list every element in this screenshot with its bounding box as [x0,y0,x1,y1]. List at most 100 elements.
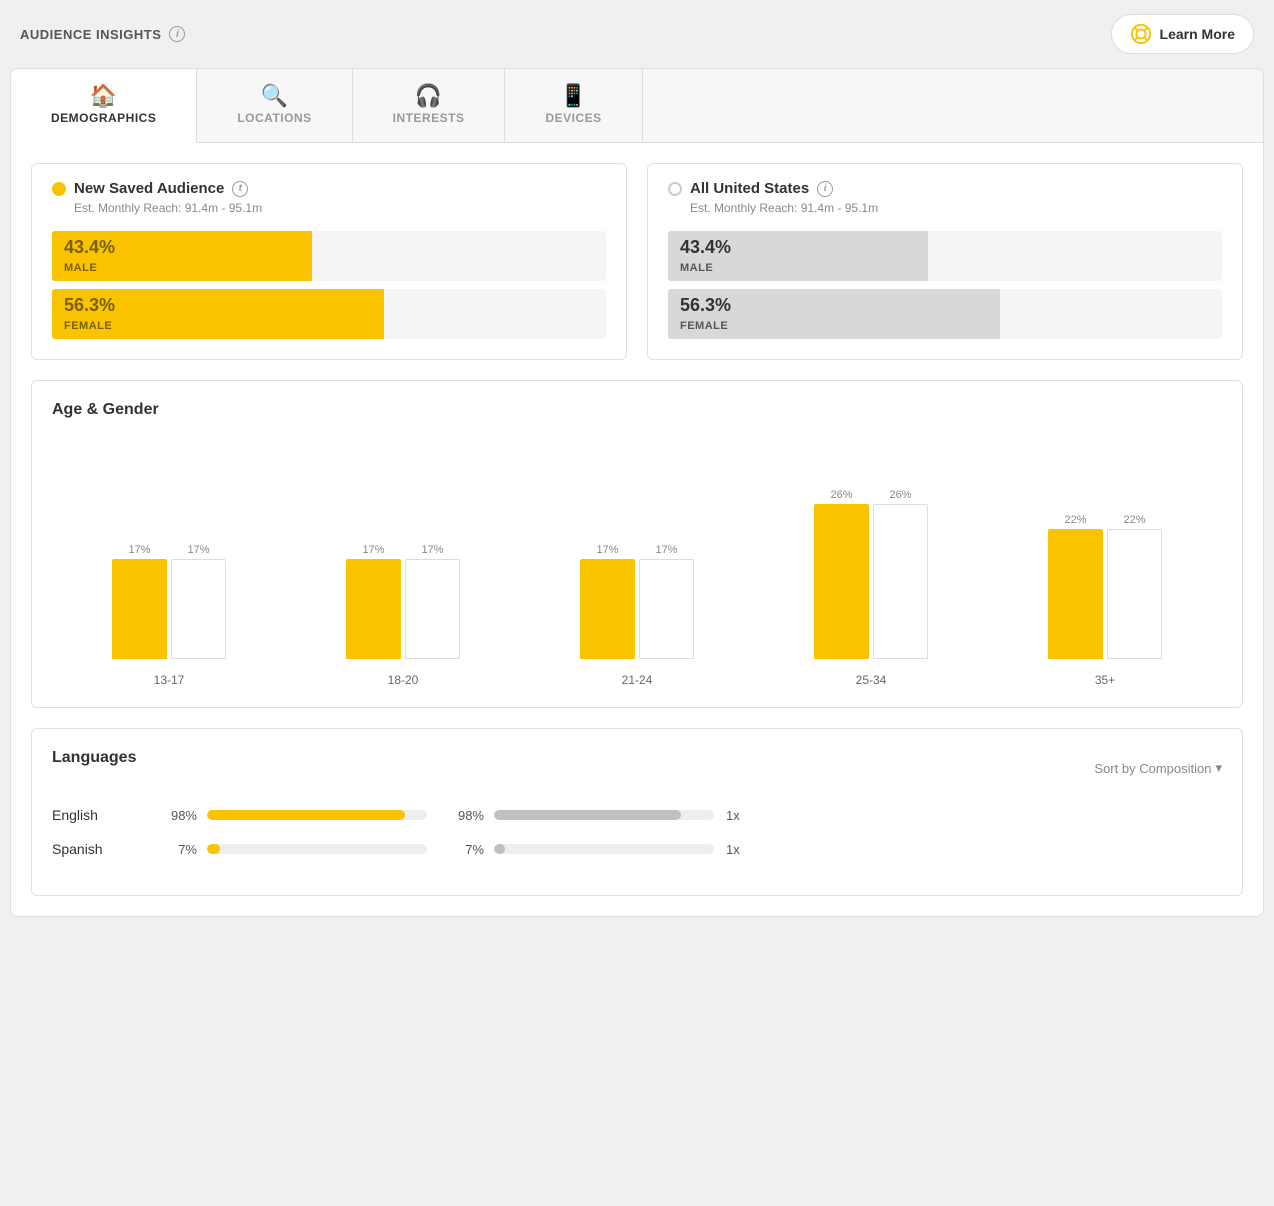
male-bar-wrapper-13-17: 17% [112,544,167,659]
female-bar-row-right: 56.3% FEMALE [668,289,1222,339]
female-pct-label-21-24: 17% [655,544,677,556]
tab-devices-label: DEVICES [545,111,601,125]
lang-name-1: Spanish [52,841,152,857]
female-label-left: FEMALE [64,320,112,332]
lifebuoy-icon [1130,23,1152,45]
female-bar-wrapper-18-20: 17% [405,544,460,659]
page-header: AUDIENCE INSIGHTS i Learn More [0,0,1274,68]
header-left: AUDIENCE INSIGHTS i [20,26,185,42]
page-title: AUDIENCE INSIGHTS [20,27,161,42]
male-bar-fill-right: 43.4% MALE [668,231,928,281]
lang-bar-fill-left-0 [207,810,405,820]
chart-area: 17% 17% 17% 17% 17% 17% 26% 26% 22%22% [52,439,1222,659]
lang-multiplier-0: 1x [726,808,756,823]
learn-more-button[interactable]: Learn More [1111,14,1254,54]
chevron-down-icon: ▾ [1215,760,1222,776]
bars-pair-21-24: 17% 17% [580,459,694,659]
languages-list: English 98% 98% 1x Spanish 7% 7% 1x [52,807,1222,857]
female-chart-bar-35+ [1107,529,1162,659]
bars-pair-18-20: 17% 17% [346,459,460,659]
lang-bar-track-left-0 [207,810,427,820]
female-bar-wrapper-21-24: 17% [639,544,694,659]
audience-reach-right: Est. Monthly Reach: 91.4m - 95.1m [690,201,1222,215]
languages-section: Languages Sort by Composition ▾ English … [31,728,1243,896]
age-group-13-17: 17% 17% [52,459,286,659]
age-group-35+: 22%22% [988,459,1222,659]
male-bar-wrapper-21-24: 17% [580,544,635,659]
locations-icon: 🔍 [261,85,289,107]
languages-header: Languages Sort by Composition ▾ [52,749,1222,787]
audience-dot-empty [668,182,682,196]
male-label-left: MALE [64,262,97,274]
female-bar-row-left: 56.3% FEMALE [52,289,606,339]
bars-pair-35+: 22%22% [1048,459,1162,659]
demographics-icon: 🏠 [90,85,118,107]
lang-name-0: English [52,807,152,823]
female-pct-label-18-20: 17% [421,544,443,556]
tab-interests[interactable]: 🎧 INTERESTS [353,69,506,142]
tab-demographics[interactable]: 🏠 DEMOGRAPHICS [11,69,197,143]
language-row-1: Spanish 7% 7% 1x [52,841,1222,857]
male-bar-container-right: 43.4% MALE [668,231,1222,281]
audience-reach-left: Est. Monthly Reach: 91.4m - 95.1m [74,201,606,215]
female-pct-label-35+: 22% [1123,514,1145,526]
male-pct-label-18-20: 17% [362,544,384,556]
female-pct-label-13-17: 17% [187,544,209,556]
age-axis-label-21-24: 21-24 [520,665,754,687]
tab-locations[interactable]: 🔍 LOCATIONS [197,69,352,142]
female-chart-bar-21-24 [639,559,694,659]
male-bar-row-right: 43.4% MALE [668,231,1222,281]
male-bar-wrapper-18-20: 17% [346,544,401,659]
audience-info-icon-left[interactable]: t [232,181,248,197]
male-pct-left: 43.4% [64,237,115,258]
audience-header-right: All United States i [668,180,1222,197]
male-pct-label-25-34: 26% [830,489,852,501]
male-label-right: MALE [680,262,713,274]
languages-title: Languages [52,749,136,767]
male-chart-bar-35+ [1048,529,1103,659]
age-axis-label-25-34: 25-34 [754,665,988,687]
male-bar-fill-left: 43.4% MALE [52,231,312,281]
interests-icon: 🎧 [415,85,443,107]
bars-pair-13-17: 17% 17% [112,459,226,659]
male-bar-row-left: 43.4% MALE [52,231,606,281]
audience-dot-yellow [52,182,66,196]
gender-bars-right: 43.4% MALE 56.3% FEMALE [668,231,1222,339]
male-pct-label-21-24: 17% [596,544,618,556]
lang-pct-left-0: 98% [152,808,197,823]
sort-by-dropdown[interactable]: Sort by Composition ▾ [1094,760,1222,776]
header-info-icon[interactable]: i [169,26,185,42]
male-chart-bar-21-24 [580,559,635,659]
content-area: New Saved Audience t Est. Monthly Reach:… [11,143,1263,916]
tab-devices[interactable]: 📱 DEVICES [505,69,642,142]
age-group-25-34: 26% 26% [754,459,988,659]
female-bar-container-right: 56.3% FEMALE [668,289,1222,339]
male-chart-bar-13-17 [112,559,167,659]
female-chart-bar-25-34 [873,504,928,659]
lang-bar-fill-right-0 [494,810,681,820]
tab-bar: 🏠 DEMOGRAPHICS 🔍 LOCATIONS 🎧 INTERESTS 📱… [11,69,1263,143]
audience-card-left: New Saved Audience t Est. Monthly Reach:… [31,163,627,360]
female-bar-wrapper-25-34: 26% [873,489,928,659]
male-bar-content-left: 43.4% MALE [64,237,115,276]
audience-info-icon-right[interactable]: i [817,181,833,197]
audience-name-right: All United States [690,180,809,197]
female-bar-container-left: 56.3% FEMALE [52,289,606,339]
learn-more-label: Learn More [1160,26,1235,42]
audience-name-left: New Saved Audience [74,180,224,197]
age-group-18-20: 17% 17% [286,459,520,659]
age-group-21-24: 17% 17% [520,459,754,659]
lang-bar-track-right-0 [494,810,714,820]
female-pct-label-25-34: 26% [889,489,911,501]
female-pct-right: 56.3% [680,295,731,316]
language-row-0: English 98% 98% 1x [52,807,1222,823]
tab-demographics-label: DEMOGRAPHICS [51,111,156,125]
lang-pct-right-1: 7% [439,842,484,857]
age-gender-title: Age & Gender [52,401,1222,419]
lang-pct-right-0: 98% [439,808,484,823]
female-label-right: FEMALE [680,320,728,332]
female-bar-wrapper-13-17: 17% [171,544,226,659]
female-chart-bar-13-17 [171,559,226,659]
male-bar-wrapper-25-34: 26% [814,489,869,659]
audience-row: New Saved Audience t Est. Monthly Reach:… [31,163,1243,360]
